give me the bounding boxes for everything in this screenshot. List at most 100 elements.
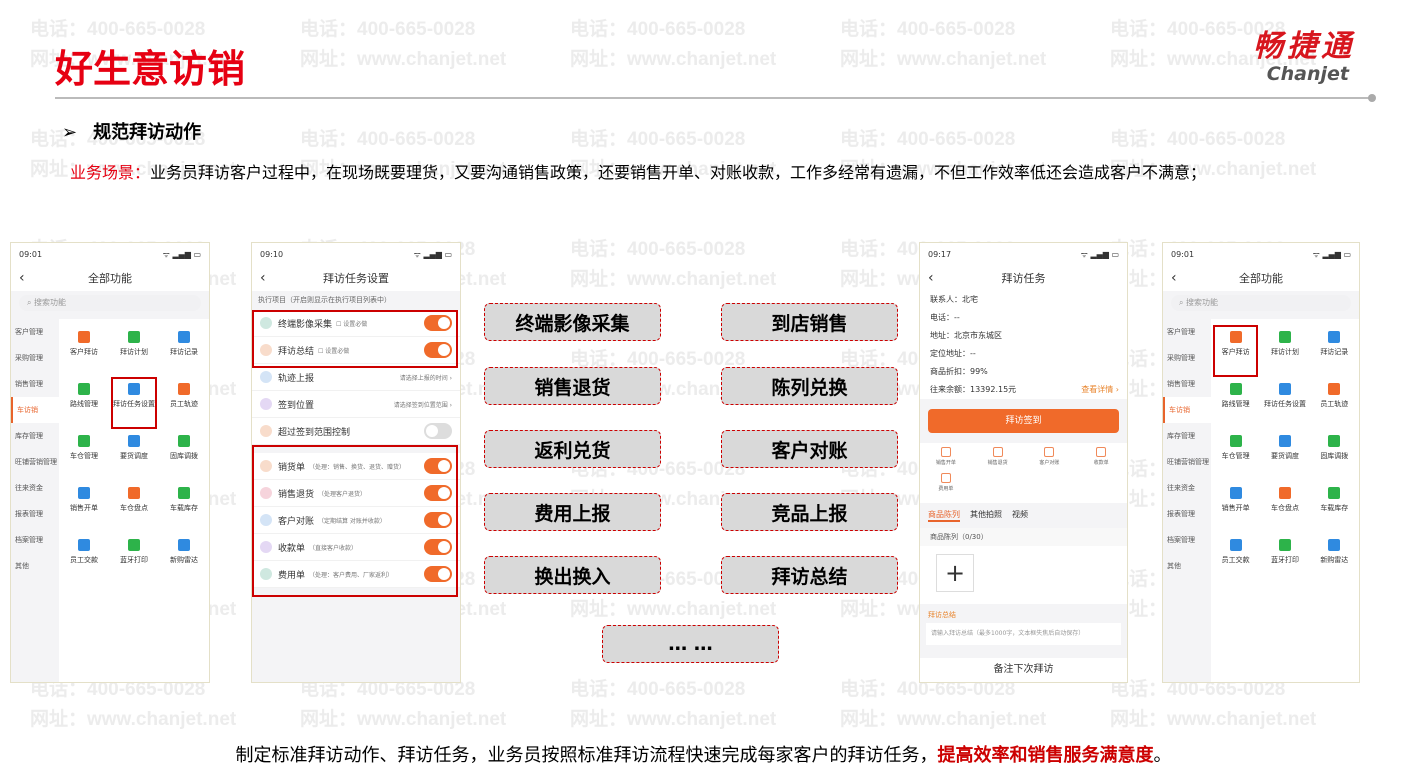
function-item[interactable]: 客户拜访 — [59, 331, 109, 383]
quick-action[interactable]: 收款单 — [1075, 447, 1127, 473]
function-item[interactable]: 员工交款 — [1211, 539, 1260, 591]
sidebar-item[interactable]: 采购管理 — [1163, 345, 1211, 371]
tab-1[interactable]: 其他拍照 — [970, 509, 1002, 522]
back-icon[interactable]: ‹ — [260, 270, 266, 286]
sidebar-item[interactable]: 旺铺营销管理 — [1163, 449, 1211, 475]
back-icon[interactable]: ‹ — [1171, 270, 1177, 286]
search-input[interactable]: ⌕ 搜索功能 — [1171, 295, 1351, 311]
sidebar-item[interactable]: 往来资金 — [1163, 475, 1211, 501]
function-item[interactable]: 路线管理 — [59, 383, 109, 435]
back-icon[interactable]: ‹ — [19, 270, 25, 286]
function-item[interactable]: 拜访计划 — [109, 331, 159, 383]
function-label: 拜访记录 — [1320, 348, 1349, 356]
summary-input[interactable]: 请输入拜访总结（最多1000字，文本框失焦后自动保存） — [926, 623, 1121, 645]
quick-action-label: 费用单 — [938, 486, 954, 492]
function-label: 蓝牙打印 — [1270, 556, 1299, 564]
function-item[interactable]: 销售开单 — [1211, 487, 1260, 539]
function-item[interactable]: 拜访任务设置 — [109, 377, 159, 435]
function-icon — [1229, 435, 1242, 447]
search-input[interactable]: ⌕ 搜索功能 — [19, 295, 201, 311]
function-item[interactable]: 拜访记录 — [1310, 331, 1359, 383]
function-item[interactable]: 新购雷达 — [159, 539, 209, 591]
function-item[interactable]: 车仓管理 — [1211, 435, 1260, 487]
sidebar-item[interactable]: 车访销 — [11, 397, 59, 423]
tab-0[interactable]: 商品陈列 — [928, 509, 960, 522]
function-item[interactable]: 客户拜访 — [1211, 325, 1260, 383]
add-photo-button[interactable]: + — [936, 554, 974, 592]
function-item[interactable]: 员工轨迹 — [1310, 383, 1359, 435]
setting-icon — [260, 371, 272, 383]
function-item[interactable]: 拜访任务设置 — [1260, 383, 1309, 435]
footer-summary: 制定标准拜访动作、拜访任务，业务员按照标准拜访流程快速完成每家客户的拜访任务，提… — [0, 741, 1407, 767]
sidebar-item[interactable]: 车访销 — [1163, 397, 1211, 423]
sidebar-item[interactable]: 往来资金 — [11, 475, 59, 501]
function-item[interactable]: 要货调度 — [1260, 435, 1309, 487]
function-item[interactable]: 销售开单 — [59, 487, 109, 539]
function-item[interactable]: 蓝牙打印 — [1260, 539, 1309, 591]
status-bar: 09:10 ᯤ ▂▄▆ ▭ — [252, 243, 460, 265]
function-label: 路线管理 — [1221, 400, 1250, 408]
setting-icon — [260, 425, 272, 437]
quick-action[interactable]: 销售开单 — [920, 447, 972, 473]
function-label: 要货调度 — [1270, 452, 1299, 460]
display-label: 商品陈列（0/30） — [920, 528, 1127, 546]
detail-link[interactable]: 查看详情 › — [1081, 381, 1119, 399]
toggle-switch[interactable] — [424, 423, 452, 439]
function-item[interactable]: 车载库存 — [159, 487, 209, 539]
quick-action[interactable]: 费用单 — [920, 473, 972, 499]
function-item[interactable]: 员工轨迹 — [159, 383, 209, 435]
sidebar-item[interactable]: 其他 — [11, 553, 59, 579]
info-line: 往来余额：13392.15元 查看详情 › — [920, 381, 1127, 399]
function-item[interactable]: 要货调度 — [109, 435, 159, 487]
quick-action-label: 销售开单 — [935, 460, 956, 466]
setting-row[interactable]: 签到位置 请选择签到位置范围 › — [252, 391, 460, 418]
function-item[interactable]: 车载库存 — [1310, 487, 1359, 539]
tab-2[interactable]: 视频 — [1012, 509, 1028, 522]
function-item[interactable]: 固库调拨 — [159, 435, 209, 487]
function-item[interactable]: 固库调拨 — [1310, 435, 1359, 487]
quick-action[interactable]: 销售退货 — [972, 447, 1024, 473]
checkin-button[interactable]: 拜访签到 — [928, 409, 1119, 433]
quick-action-label: 销售退货 — [987, 460, 1008, 466]
setting-row[interactable]: 超过签到范围控制 — [252, 418, 460, 445]
next-visit-button[interactable]: 备注下次拜访 — [920, 658, 1127, 682]
function-item[interactable]: 拜访记录 — [159, 331, 209, 383]
setting-row[interactable]: 轨迹上报 请选择上报的时间 › — [252, 364, 460, 391]
sidebar-item[interactable]: 档案管理 — [1163, 527, 1211, 553]
info-line: 定位地址：-- — [920, 345, 1127, 363]
sidebar-item[interactable]: 销售管理 — [11, 371, 59, 397]
sidebar-item[interactable]: 档案管理 — [11, 527, 59, 553]
function-item[interactable]: 蓝牙打印 — [109, 539, 159, 591]
function-label: 车仓管理 — [1221, 452, 1250, 460]
quick-action-icon — [1096, 447, 1107, 457]
function-icon — [128, 331, 140, 343]
sidebar-item[interactable]: 报表管理 — [11, 501, 59, 527]
back-icon[interactable]: ‹ — [928, 270, 934, 286]
setting-select[interactable]: 请选择签到位置范围 › — [394, 400, 452, 409]
sidebar-item[interactable]: 销售管理 — [1163, 371, 1211, 397]
function-label: 固库调拨 — [1320, 452, 1349, 460]
function-item[interactable]: 车仓盘点 — [109, 487, 159, 539]
sidebar-item[interactable]: 客户管理 — [1163, 319, 1211, 345]
watermark: 电话：400-665-0028网址：www.chanjet.net — [300, 675, 506, 735]
function-item[interactable]: 车仓管理 — [59, 435, 109, 487]
function-item[interactable]: 路线管理 — [1211, 383, 1260, 435]
quick-action[interactable]: 客户对账 — [1024, 447, 1076, 473]
setting-select[interactable]: 请选择上报的时间 › — [400, 373, 452, 382]
signal-battery-icon: ᯤ ▂▄▆ ▭ — [413, 249, 452, 259]
section-heading: ➢ 规范拜访动作 — [62, 118, 201, 144]
sidebar-item[interactable]: 库存管理 — [1163, 423, 1211, 449]
sidebar-item[interactable]: 旺铺营销管理 — [11, 449, 59, 475]
function-item[interactable]: 员工交款 — [59, 539, 109, 591]
footer-end: 。 — [1153, 745, 1172, 766]
function-item[interactable]: 拜访计划 — [1260, 331, 1309, 383]
sidebar-item[interactable]: 库存管理 — [11, 423, 59, 449]
sidebar-item[interactable]: 报表管理 — [1163, 501, 1211, 527]
sidebar-item[interactable]: 其他 — [1163, 553, 1211, 579]
function-item[interactable]: 新购雷达 — [1310, 539, 1359, 591]
watermark-site: 网址：www.chanjet.net — [300, 709, 507, 730]
sidebar-item[interactable]: 采购管理 — [11, 345, 59, 371]
function-item[interactable]: 车仓盘点 — [1260, 487, 1309, 539]
sidebar-item[interactable]: 客户管理 — [11, 319, 59, 345]
function-label: 车仓盘点 — [120, 504, 148, 512]
